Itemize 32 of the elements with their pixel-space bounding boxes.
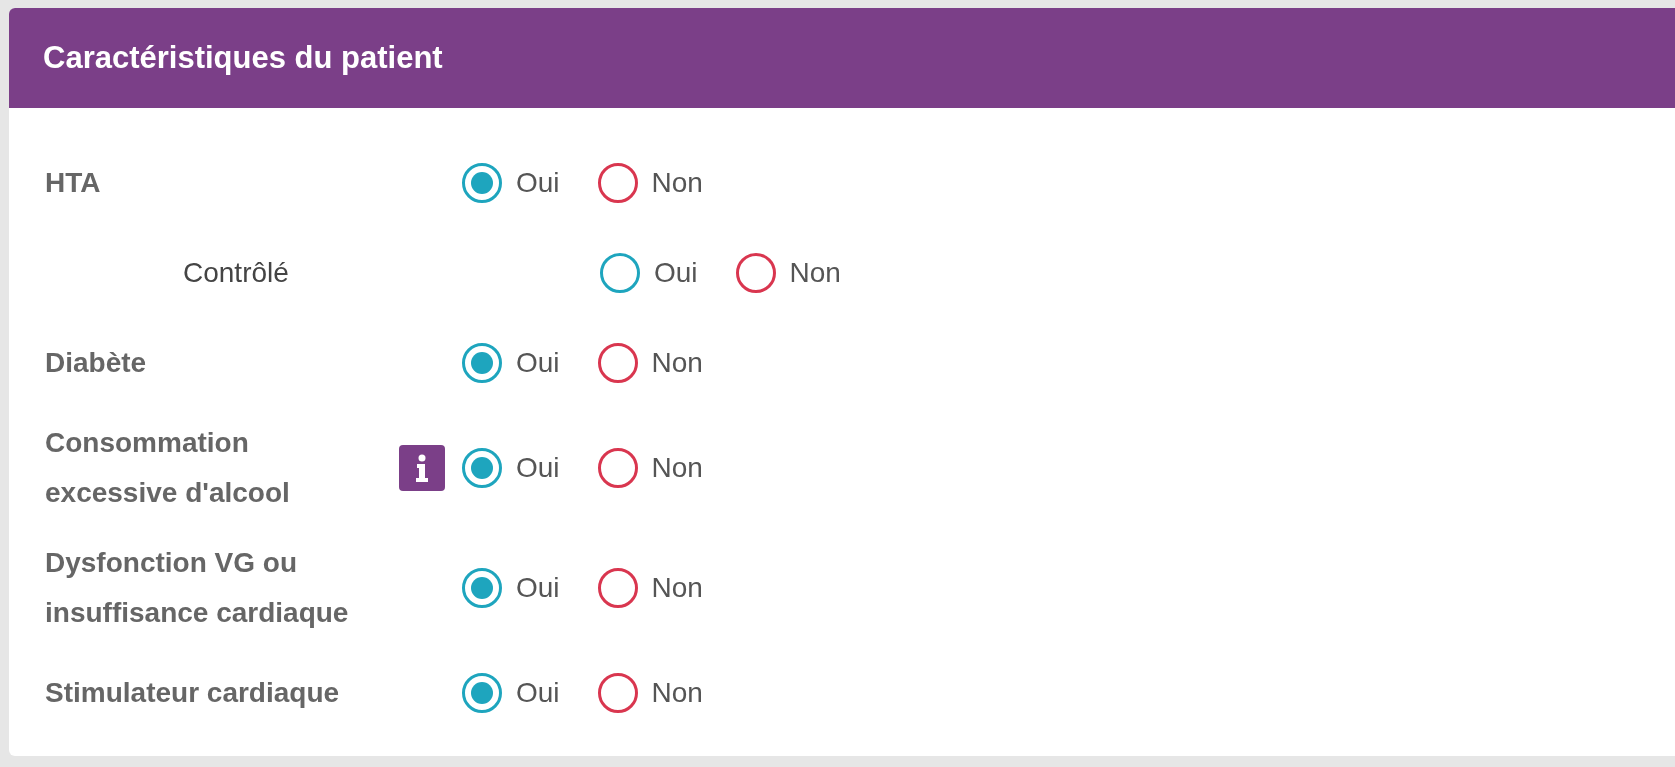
- card-title: Caractéristiques du patient: [43, 40, 443, 76]
- field-label: Stimulateur cardiaque: [45, 676, 341, 710]
- radio-button[interactable]: [462, 343, 502, 383]
- option-label: Non: [651, 347, 703, 379]
- option-label: Oui: [516, 167, 560, 199]
- option-label: Oui: [516, 452, 560, 484]
- option-label: Oui: [516, 347, 560, 379]
- option-label: Non: [651, 452, 703, 484]
- radio-button[interactable]: [597, 343, 638, 383]
- radio-button[interactable]: [597, 673, 638, 713]
- option-label: Oui: [516, 677, 560, 709]
- field-label: Diabète: [45, 346, 148, 380]
- info-icon[interactable]: [399, 445, 445, 491]
- option-label: Non: [789, 257, 841, 289]
- option-label: Oui: [516, 572, 560, 604]
- option-label: Non: [651, 677, 703, 709]
- option-label: Non: [651, 167, 703, 199]
- field-label: Consommation excessive d'alcool: [45, 426, 291, 510]
- radio-button[interactable]: [462, 673, 502, 713]
- radio-button[interactable]: [735, 253, 776, 293]
- radio-button[interactable]: [600, 253, 640, 293]
- field-label: Dysfonction VG ou insuffisance cardiaque: [45, 546, 350, 630]
- field-label: HTA: [45, 166, 102, 200]
- radio-button[interactable]: [597, 568, 638, 608]
- radio-button[interactable]: [462, 448, 502, 488]
- radio-button[interactable]: [597, 163, 638, 203]
- option-label: Oui: [654, 257, 698, 289]
- radio-button[interactable]: [462, 568, 502, 608]
- radio-button[interactable]: [462, 163, 502, 203]
- field-label: Contrôlé: [183, 256, 290, 290]
- option-label: Non: [651, 572, 703, 604]
- radio-button[interactable]: [597, 448, 638, 488]
